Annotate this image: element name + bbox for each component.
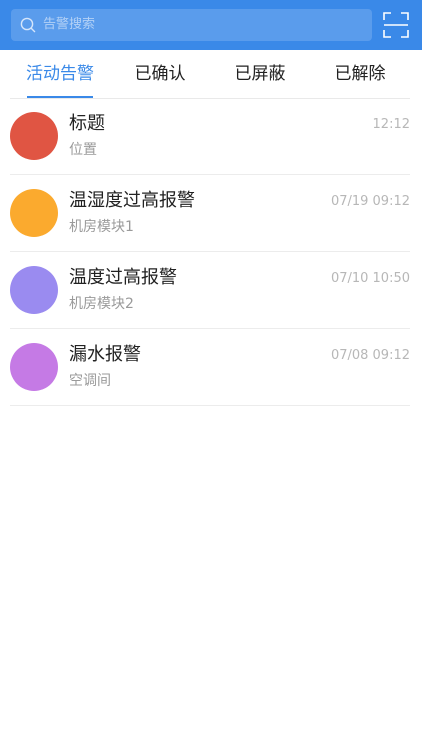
alarm-title: 温湿度过高报警 [69,190,195,211]
tab-label: 已解除 [334,64,386,84]
alarm-screen: 告警搜索 活动告警 已确认 已屏蔽 已解除 标题 位置 12:12 温湿度过高报… [0,0,422,750]
search-icon [20,17,36,33]
alarm-time: 07/08 09:12 [330,348,410,363]
alarm-time: 12:12 [372,117,410,132]
tab-confirmed[interactable]: 已确认 [110,50,210,98]
tab-cleared[interactable]: 已解除 [310,50,410,98]
alarm-title: 漏水报警 [69,344,141,365]
alarm-location: 位置 [69,142,97,158]
alarm-location: 机房模块2 [69,296,134,312]
search-placeholder: 告警搜索 [43,17,96,32]
alarm-time: 07/19 09:12 [330,194,410,209]
alarm-status-dot [10,189,58,237]
tab-label: 活动告警 [26,64,94,84]
alarm-title: 温度过高报警 [69,267,177,288]
alarm-time: 07/10 10:50 [330,271,410,286]
alarm-list: 标题 位置 12:12 温湿度过高报警 机房模块1 07/19 09:12 温度… [10,98,410,406]
tab-active-alarms[interactable]: 活动告警 [10,50,110,98]
alarm-status-dot [10,266,58,314]
alarm-status-dot [10,112,58,160]
tab-label: 已屏蔽 [234,64,286,84]
search-input[interactable]: 告警搜索 [11,9,372,41]
tab-bar: 活动告警 已确认 已屏蔽 已解除 [10,50,410,99]
list-item[interactable]: 标题 位置 12:12 [10,98,410,175]
list-item[interactable]: 漏水报警 空调间 07/08 09:12 [10,329,410,406]
list-item[interactable]: 温湿度过高报警 机房模块1 07/19 09:12 [10,175,410,252]
alarm-location: 空调间 [69,373,111,389]
scan-icon[interactable] [383,12,409,38]
alarm-status-dot [10,343,58,391]
header-bar: 告警搜索 [0,0,422,50]
alarm-title: 标题 [69,113,105,134]
tab-label: 已确认 [134,64,186,84]
tab-shielded[interactable]: 已屏蔽 [210,50,310,98]
alarm-location: 机房模块1 [69,219,134,235]
list-item[interactable]: 温度过高报警 机房模块2 07/10 10:50 [10,252,410,329]
